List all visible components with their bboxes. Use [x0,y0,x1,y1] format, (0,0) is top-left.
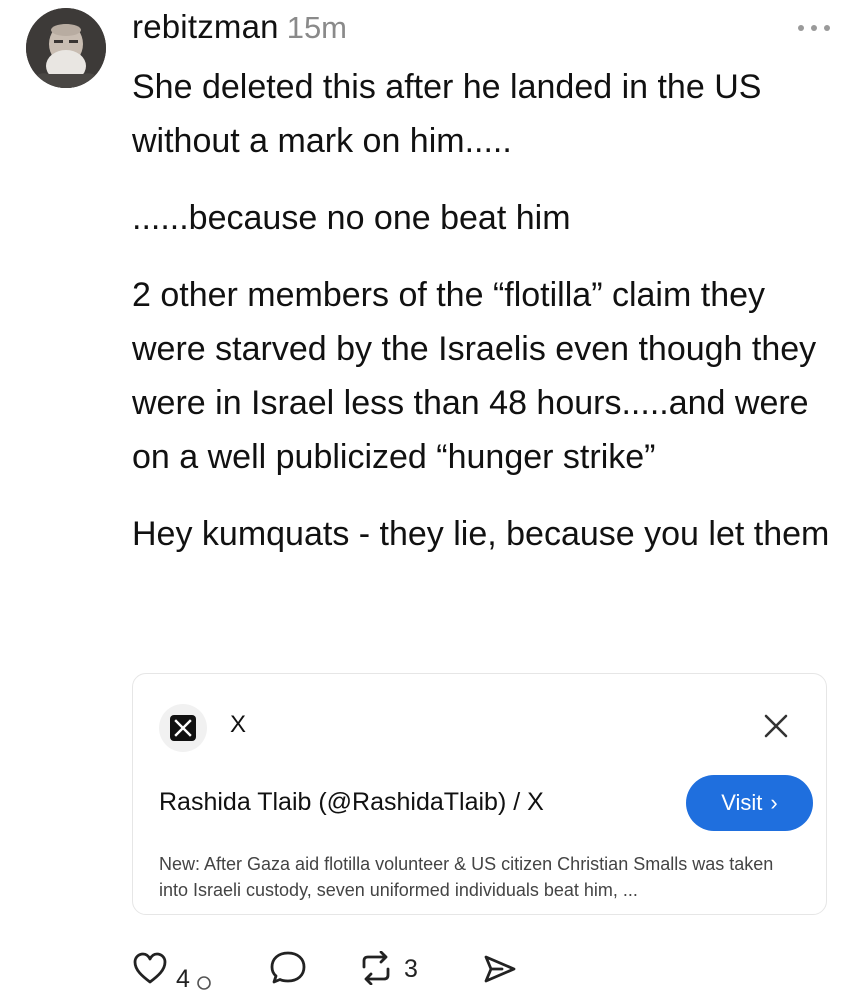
username[interactable]: rebitzman [132,8,279,45]
post-header: rebitzman 15m [132,8,834,52]
share-icon[interactable] [482,953,518,985]
link-title[interactable]: Rashida Tlaib (@RashidaTlaib) / X [159,788,544,817]
link-preview-card[interactable]: X Rashida Tlaib (@RashidaTlaib) / X Visi… [132,673,827,915]
more-icon[interactable] [794,14,834,42]
post-paragraph: Hey kumquats - they lie, because you let… [132,515,830,553]
visit-button[interactable]: Visit › [686,775,813,831]
like-count: 4 [176,965,190,993]
chevron-right-icon: › [770,790,778,815]
x-logo-icon [170,715,196,741]
post-paragraph: 2 other members of the “flotilla” claim … [132,276,817,476]
repost-count: 3 [404,955,418,983]
reaction-badge-icon [197,976,211,990]
visit-label: Visit [721,790,763,815]
post-time: 15m [286,10,348,45]
site-badge [159,704,207,752]
link-description: New: After Gaza aid flotilla volunteer &… [159,854,774,900]
avatar[interactable] [26,8,106,88]
post-actions: 4 3 [132,945,832,995]
repost-icon[interactable] [356,951,396,985]
post-paragraph: ......because no one beat him [132,199,571,237]
site-name: X [230,711,247,738]
comment-icon[interactable] [268,949,308,987]
close-icon[interactable] [762,712,790,740]
post-paragraph: She deleted this after he landed in the … [132,68,762,160]
heart-icon[interactable] [132,951,168,985]
post-body: She deleted this after he landed in the … [132,60,832,584]
